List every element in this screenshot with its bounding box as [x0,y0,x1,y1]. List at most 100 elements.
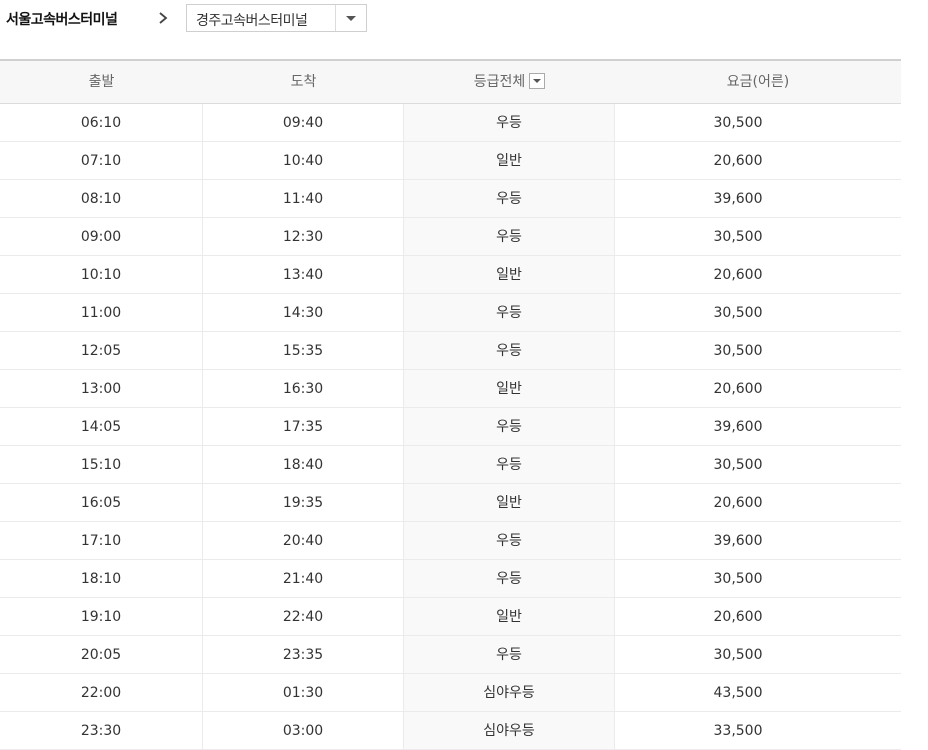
departure-time: 14:05 [0,408,203,445]
grade-filter-dropdown[interactable] [529,72,546,89]
departure-time: 18:10 [0,560,203,597]
departure-time: 10:10 [0,256,203,293]
adult-fare: 20,600 [713,267,763,283]
arrival-time: 16:30 [203,370,404,407]
arrival-time: 01:30 [203,674,404,711]
arrival-time: 23:35 [203,636,404,673]
arrival-time: 15:35 [203,332,404,369]
destination-select[interactable]: 경주고속버스터미널 [186,4,367,32]
bus-grade: 우등 [404,522,615,559]
departure-time: 17:10 [0,522,203,559]
table-row[interactable]: 22:00 01:30 심야우등 43,500 [0,674,901,712]
adult-fare: 39,600 [713,419,763,435]
table-row[interactable]: 07:10 10:40 일반 20,600 [0,142,901,180]
table-row[interactable]: 10:10 13:40 일반 20,600 [0,256,901,294]
bus-grade: 심야우등 [404,674,615,711]
table-row[interactable]: 16:05 19:35 일반 20,600 [0,484,901,522]
adult-fare: 30,500 [713,457,763,473]
timetable-header: 출발 도착 등급전체 요금(어른) [0,61,901,104]
bus-grade: 심야우등 [404,712,615,749]
departure-time: 09:00 [0,218,203,255]
adult-fare: 20,600 [713,381,763,397]
adult-fare: 39,600 [713,533,763,549]
adult-fare: 20,600 [713,153,763,169]
arrival-time: 19:35 [203,484,404,521]
departure-time: 07:10 [0,142,203,179]
bus-grade: 우등 [404,180,615,217]
bus-grade: 우등 [404,104,615,141]
bus-grade: 우등 [404,332,615,369]
bus-grade: 우등 [404,446,615,483]
caret-down-icon [346,16,356,21]
header-fare: 요금(어른) [726,74,790,90]
arrival-time: 03:00 [203,712,404,749]
adult-fare: 30,500 [713,343,763,359]
route-header: 서울고속버스터미널 경주고속버스터미널 [0,0,928,44]
header-grade-label: 등급전체 [473,74,526,90]
departure-time: 08:10 [0,180,203,217]
header-arrival: 도착 [290,74,317,90]
arrival-time: 21:40 [203,560,404,597]
table-row[interactable]: 15:10 18:40 우등 30,500 [0,446,901,484]
adult-fare: 30,500 [713,571,763,587]
table-row[interactable]: 08:10 11:40 우등 39,600 [0,180,901,218]
timetable-body: 06:10 09:40 우등 30,500 07:10 10:40 일반 20,600 08:1… [0,104,901,750]
table-row[interactable]: 20:05 23:35 우등 30,500 [0,636,901,674]
arrival-time: 22:40 [203,598,404,635]
table-row[interactable]: 23:30 03:00 심야우등 33,500 [0,712,901,750]
table-row[interactable]: 14:05 17:35 우등 39,600 [0,408,901,446]
arrival-time: 11:40 [203,180,404,217]
bus-grade: 우등 [404,294,615,331]
departure-time: 22:00 [0,674,203,711]
departure-time: 11:00 [0,294,203,331]
table-row[interactable]: 18:10 21:40 우등 30,500 [0,560,901,598]
arrival-time: 14:30 [203,294,404,331]
timetable: 출발 도착 등급전체 요금(어른) 06:10 09:40 우등 30,500 07:1… [0,59,901,750]
adult-fare: 30,500 [713,115,763,131]
adult-fare: 30,500 [713,305,763,321]
bus-grade: 우등 [404,636,615,673]
departure-time: 19:10 [0,598,203,635]
chevron-right-icon [159,12,168,24]
departure-time: 15:10 [0,446,203,483]
table-row[interactable]: 06:10 09:40 우등 30,500 [0,104,901,142]
adult-fare: 20,600 [713,495,763,511]
destination-terminal: 경주고속버스터미널 [196,13,308,29]
departure-time: 23:30 [0,712,203,749]
adult-fare: 33,500 [713,723,763,739]
header-grade: 등급전체 [404,61,615,103]
arrival-time: 20:40 [203,522,404,559]
arrival-time: 09:40 [203,104,404,141]
departure-time: 16:05 [0,484,203,521]
bus-grade: 일반 [404,484,615,521]
departure-time: 12:05 [0,332,203,369]
table-row[interactable]: 09:00 12:30 우등 30,500 [0,218,901,256]
adult-fare: 30,500 [713,229,763,245]
bus-grade: 일반 [404,142,615,179]
bus-grade: 우등 [404,408,615,445]
arrival-time: 10:40 [203,142,404,179]
caret-down-icon [533,78,542,83]
bus-grade: 일반 [404,598,615,635]
bus-grade: 일반 [404,256,615,293]
table-row[interactable]: 11:00 14:30 우등 30,500 [0,294,901,332]
adult-fare: 20,600 [713,609,763,625]
departure-time: 20:05 [0,636,203,673]
bus-grade: 우등 [404,218,615,255]
adult-fare: 39,600 [713,191,763,207]
destination-dropdown-button[interactable] [335,5,366,31]
table-row[interactable]: 19:10 22:40 일반 20,600 [0,598,901,636]
table-row[interactable]: 12:05 15:35 우등 30,500 [0,332,901,370]
arrival-time: 13:40 [203,256,404,293]
table-row[interactable]: 17:10 20:40 우등 39,600 [0,522,901,560]
arrival-time: 18:40 [203,446,404,483]
arrival-time: 17:35 [203,408,404,445]
departure-time: 06:10 [0,104,203,141]
header-departure: 출발 [88,74,115,90]
origin-terminal: 서울고속버스터미널 [6,12,118,28]
arrival-time: 12:30 [203,218,404,255]
adult-fare: 30,500 [713,647,763,663]
departure-time: 13:00 [0,370,203,407]
table-row[interactable]: 13:00 16:30 일반 20,600 [0,370,901,408]
adult-fare: 43,500 [713,685,763,701]
